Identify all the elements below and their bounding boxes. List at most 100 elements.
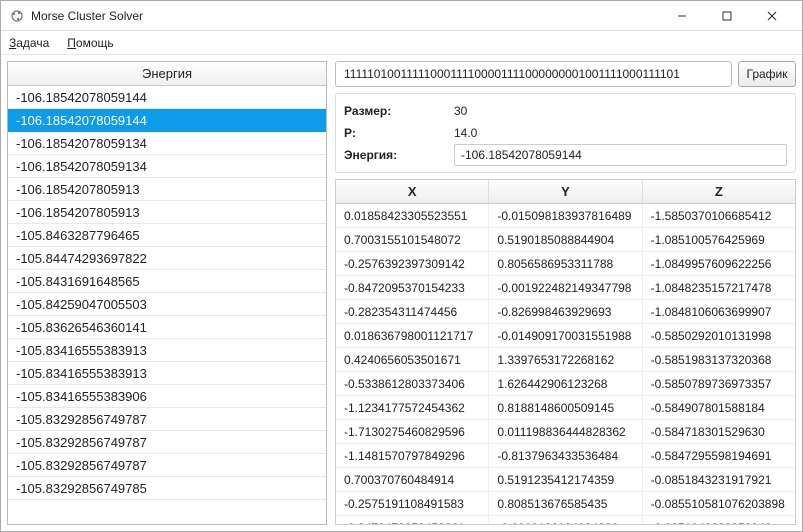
col-x[interactable]: X [336, 180, 489, 203]
table-row[interactable]: -0.25763923973091420.8056586953311788-1.… [336, 252, 795, 276]
cell-x: 0.018636798001121717 [336, 324, 489, 347]
energy-row[interactable]: -105.83292856749787 [8, 408, 326, 431]
window-controls [659, 2, 794, 30]
size-label: Размер: [344, 104, 454, 118]
energy-row[interactable]: -105.83416555383906 [8, 385, 326, 408]
cell-x: 0.7003155101548072 [336, 228, 489, 251]
energy-row[interactable]: -105.83292856749787 [8, 454, 326, 477]
table-row[interactable]: -1.12341775724543620.8188148600509145-0.… [336, 396, 795, 420]
energy-row[interactable]: -106.18542078059134 [8, 155, 326, 178]
energy-row[interactable]: -105.84474293697822 [8, 247, 326, 270]
minimize-button[interactable] [659, 2, 704, 30]
cell-y: 1.626442906123268 [489, 372, 642, 395]
table-row[interactable]: 0.70031551015480720.5190185088844904-1.0… [336, 228, 795, 252]
cell-z: -1.5850370106685412 [643, 204, 795, 227]
cell-z: -0.584718301529630 [643, 420, 795, 443]
table-row[interactable]: 0.7003707604849140.5191235412174359-0.08… [336, 468, 795, 492]
cell-z: -1.085100576425969 [643, 228, 795, 251]
detail-panel: 1111101001111100011110000111100000000100… [335, 61, 796, 525]
table-body[interactable]: 0.01858423305523551-0.015098183937816489… [336, 204, 795, 524]
energy-row[interactable]: -105.83416555383913 [8, 339, 326, 362]
table-row[interactable]: -1.71302754608295960.011198836444828362-… [336, 420, 795, 444]
table-row[interactable]: 0.01858423305523551-0.015098183937816489… [336, 204, 795, 228]
cell-z: -0.5851983137320368 [643, 348, 795, 371]
cell-x: 0.4240656053501671 [336, 348, 489, 371]
cell-y: -0.015098183937816489 [489, 204, 642, 227]
menu-task[interactable]: Задача [7, 34, 51, 52]
cell-z: -1.0848106063699907 [643, 300, 795, 323]
cell-x: -0.8470478059452861 [336, 516, 489, 524]
app-icon [9, 8, 25, 24]
table-row[interactable]: 0.018636798001121717-0.01490917003155198… [336, 324, 795, 348]
energy-row[interactable]: -105.84259047005503 [8, 293, 326, 316]
cell-y: 0.8056586953311788 [489, 252, 642, 275]
table-row[interactable]: -0.8472095370154233-0.001922482149347798… [336, 276, 795, 300]
energy-field[interactable]: -106.18542078059144 [454, 144, 787, 166]
energy-row[interactable]: -106.18542078059144 [8, 109, 326, 132]
col-y[interactable]: Y [489, 180, 642, 203]
cell-z: -1.0848235157217478 [643, 276, 795, 299]
content: Энергия -106.18542078059144-106.18542078… [1, 55, 802, 531]
cell-z: -0.085510581076203898 [643, 492, 795, 515]
coord-table: X Y Z 0.01858423305523551-0.015098183937… [335, 179, 796, 525]
cell-x: -0.2576392397309142 [336, 252, 489, 275]
cell-x: -0.282354311474456 [336, 300, 489, 323]
energy-list[interactable]: -106.18542078059144-106.18542078059144-1… [8, 86, 326, 524]
bitstring-field[interactable]: 1111101001111100011110000111100000000100… [335, 61, 732, 87]
energy-row[interactable]: -106.18542078059144 [8, 86, 326, 109]
cell-x: -0.5338612803373406 [336, 372, 489, 395]
cell-y: 0.5190185088844904 [489, 228, 642, 251]
cell-x: -1.1234177572454362 [336, 396, 489, 419]
energy-panel: Энергия -106.18542078059144-106.18542078… [7, 61, 327, 525]
titlebar: Morse Cluster Solver [1, 1, 802, 31]
window-title: Morse Cluster Solver [31, 9, 659, 23]
cell-y: -0.001922482149347798 [489, 276, 642, 299]
cell-y: -0.0019122134934226 [489, 516, 642, 524]
table-row[interactable]: -0.8470478059452861-0.0019122134934226-0… [336, 516, 795, 524]
energy-row[interactable]: -105.83416555383913 [8, 362, 326, 385]
cell-y: 0.011198836444828362 [489, 420, 642, 443]
cell-x: -0.2575191108491583 [336, 492, 489, 515]
energy-row[interactable]: -105.83292856749785 [8, 477, 326, 500]
table-row[interactable]: -0.25751911084915830.808513676585435-0.0… [336, 492, 795, 516]
cell-z: -0.5850789736973357 [643, 372, 795, 395]
cell-y: -0.014909170031551988 [489, 324, 642, 347]
cell-z: -0.584907801588184 [643, 396, 795, 419]
close-button[interactable] [749, 2, 794, 30]
cell-z: -1.0849957609622256 [643, 252, 795, 275]
energy-row[interactable]: -105.83292856749787 [8, 431, 326, 454]
energy-header: Энергия [8, 62, 326, 86]
cell-z: -0.0851048892358940 [643, 516, 795, 524]
cell-y: 0.808513676585435 [489, 492, 642, 515]
table-row[interactable]: 0.42406560535016711.3397653172268162-0.5… [336, 348, 795, 372]
maximize-button[interactable] [704, 2, 749, 30]
col-z[interactable]: Z [643, 180, 795, 203]
cell-y: 0.8188148600509145 [489, 396, 642, 419]
menu-help[interactable]: Помощь [65, 34, 115, 52]
menubar: Задача Помощь [1, 31, 802, 55]
cell-y: 1.3397653172268162 [489, 348, 642, 371]
cell-z: -0.5847295598194691 [643, 444, 795, 467]
energy-row[interactable]: -106.1854207805913 [8, 178, 326, 201]
energy-row[interactable]: -106.18542078059134 [8, 132, 326, 155]
table-header: X Y Z [336, 180, 795, 204]
cell-z: -0.0851843231917921 [643, 468, 795, 491]
table-row[interactable]: -0.282354311474456-0.826998463929693-1.0… [336, 300, 795, 324]
table-row[interactable]: -0.53386128033734061.626442906123268-0.5… [336, 372, 795, 396]
energy-row[interactable]: -105.83626546360141 [8, 316, 326, 339]
energy-label: Энергия: [344, 148, 454, 162]
cell-z: -0.5850292010131998 [643, 324, 795, 347]
cell-y: -0.826998463929693 [489, 300, 642, 323]
energy-row[interactable]: -105.8431691648565 [8, 270, 326, 293]
energy-row[interactable]: -105.8463287796465 [8, 224, 326, 247]
bitstring-row: 1111101001111100011110000111100000000100… [335, 61, 796, 87]
energy-row[interactable]: -106.1854207805913 [8, 201, 326, 224]
p-value: 14.0 [454, 126, 477, 140]
cell-y: 0.5191235412174359 [489, 468, 642, 491]
cell-x: 0.700370760484914 [336, 468, 489, 491]
graph-button[interactable]: График [738, 61, 796, 87]
properties-box: Размер: 30 P: 14.0 Энергия: -106.1854207… [335, 93, 796, 173]
table-row[interactable]: -1.1481570797849296-0.8137963433536484-0… [336, 444, 795, 468]
size-value: 30 [454, 104, 467, 118]
cell-x: -1.7130275460829596 [336, 420, 489, 443]
